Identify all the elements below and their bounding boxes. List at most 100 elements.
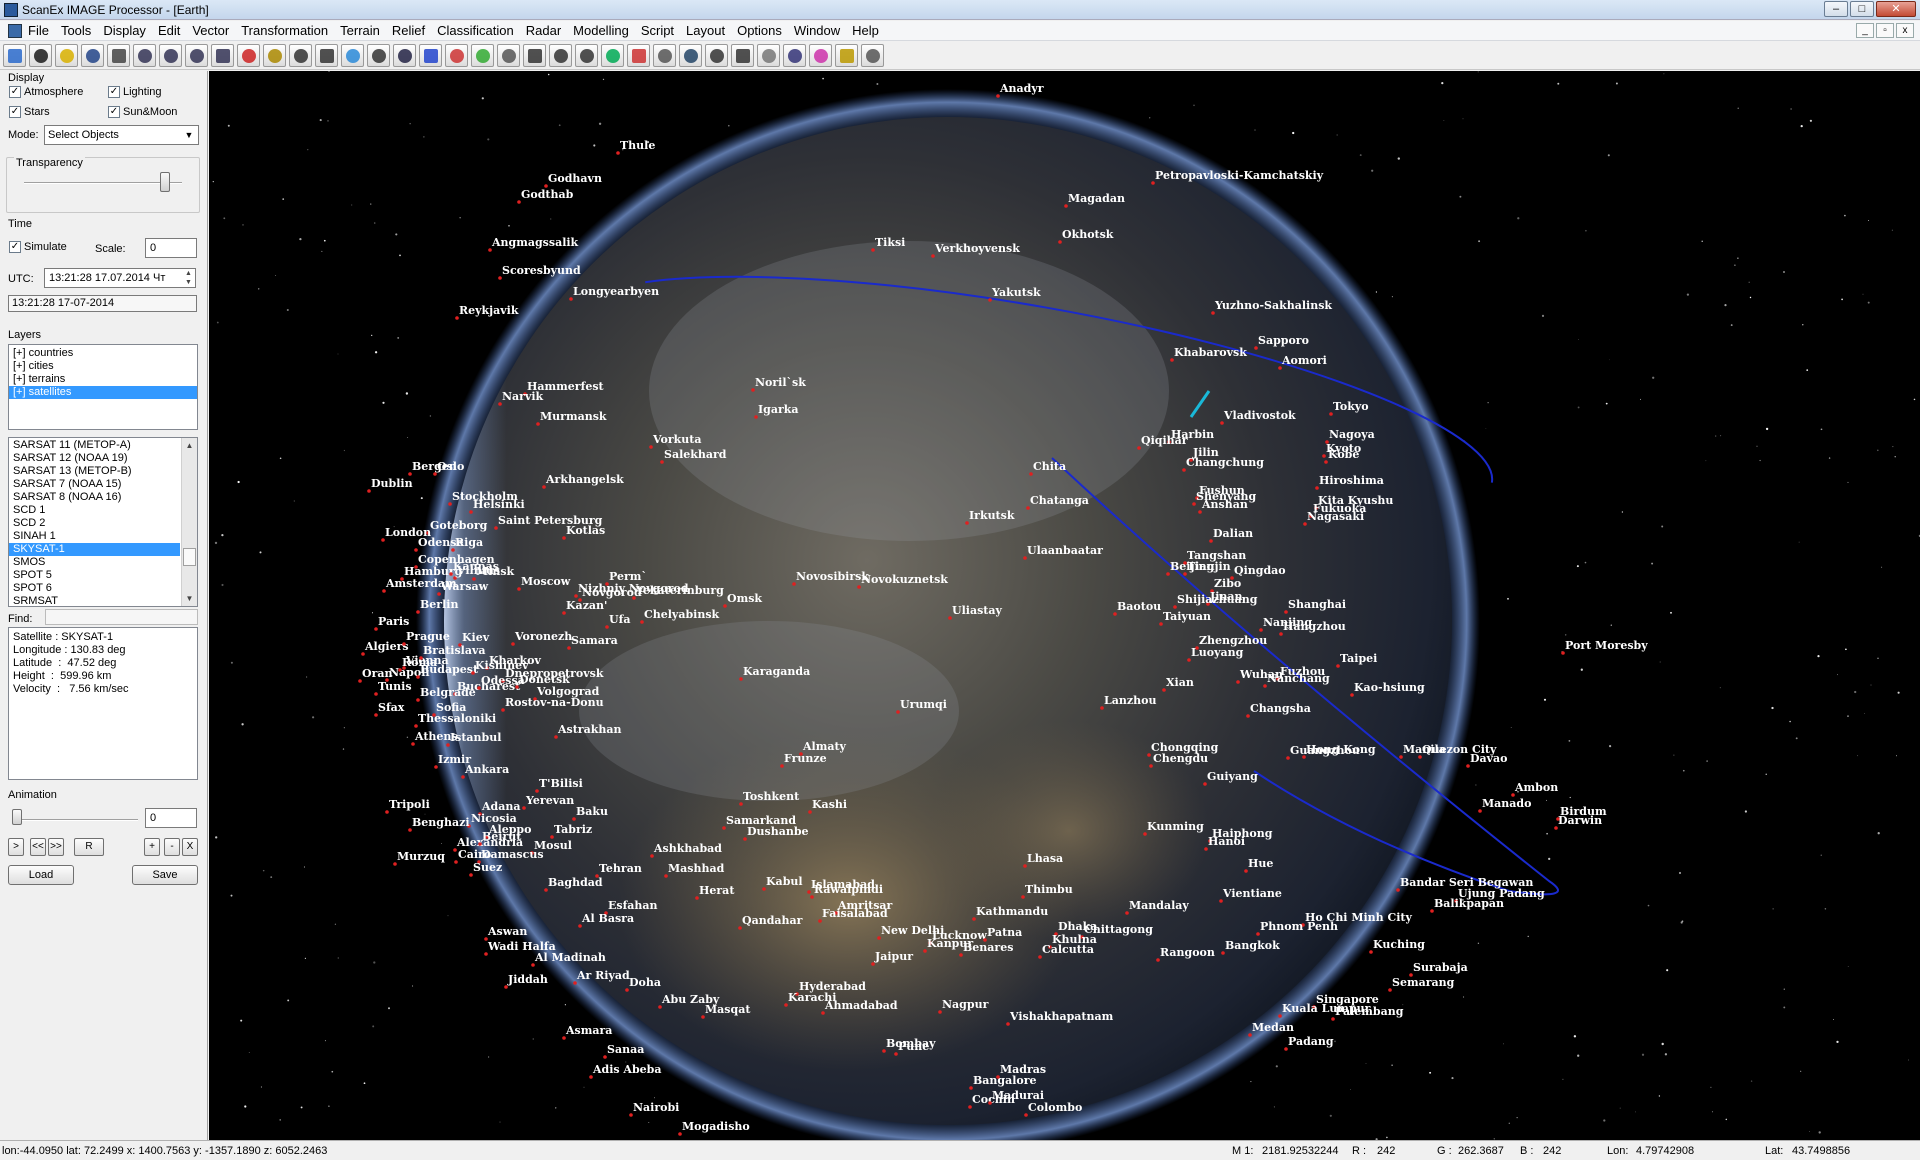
- menu-edit[interactable]: Edit: [158, 23, 188, 38]
- stars-checkbox[interactable]: ✓ Stars: [9, 106, 50, 118]
- doc-restore-icon[interactable]: ▫: [1876, 23, 1894, 38]
- text-ab-icon[interactable]: [575, 44, 598, 67]
- document-icon[interactable]: [8, 23, 22, 38]
- scroll-thumb[interactable]: [183, 548, 196, 566]
- play-button[interactable]: >: [8, 838, 24, 856]
- mosaic-icon[interactable]: [731, 44, 754, 67]
- table-icon[interactable]: [861, 44, 884, 67]
- satellite-item[interactable]: SARSAT 13 (METOP-B): [9, 465, 180, 478]
- zoom-fit-icon[interactable]: [211, 44, 234, 67]
- pan-hand-icon[interactable]: [107, 44, 130, 67]
- globe-viewport[interactable]: Anadyr Thule Godhavn Godthab Petropavloski-K…: [209, 71, 1920, 1140]
- menu-display[interactable]: Display: [103, 23, 154, 38]
- satellite-item[interactable]: SPOT 5: [9, 569, 180, 582]
- layer-item[interactable]: [+] cities: [9, 360, 197, 373]
- histogram-icon[interactable]: [419, 44, 442, 67]
- clear-frames-button[interactable]: X: [182, 838, 198, 856]
- gradient-icon[interactable]: [497, 44, 520, 67]
- menu-terrain[interactable]: Terrain: [340, 23, 388, 38]
- satellite-item[interactable]: SARSAT 12 (NOAA 19): [9, 452, 180, 465]
- satellite-item[interactable]: SARSAT 11 (METOP-A): [9, 439, 180, 452]
- reset-button[interactable]: R: [74, 838, 104, 856]
- load-button[interactable]: Load: [8, 865, 74, 885]
- close-icon[interactable]: ✕: [1876, 0, 1916, 17]
- fast-forward-button[interactable]: >>: [48, 838, 64, 856]
- rgb-icon[interactable]: [445, 44, 468, 67]
- maximize-icon[interactable]: □: [1850, 0, 1874, 17]
- grid-icon[interactable]: [653, 44, 676, 67]
- satellite-item[interactable]: SCD 1: [9, 504, 180, 517]
- split-icon[interactable]: [549, 44, 572, 67]
- cursor-icon[interactable]: [367, 44, 390, 67]
- ruler-icon[interactable]: [263, 44, 286, 67]
- scroll-up-icon[interactable]: ▲: [182, 438, 197, 453]
- crop-icon[interactable]: [705, 44, 728, 67]
- target-icon[interactable]: [757, 44, 780, 67]
- globe-icon[interactable]: [679, 44, 702, 67]
- animation-frame-input[interactable]: 0: [145, 808, 197, 828]
- menu-transformation[interactable]: Transformation: [241, 23, 336, 38]
- utc-input[interactable]: 13:21:28 17.07.2014 Чт: [44, 268, 196, 288]
- utc-spinner[interactable]: ▲ ▼: [182, 269, 195, 287]
- menu-radar[interactable]: Radar: [526, 23, 569, 38]
- minimize-icon[interactable]: –: [1824, 0, 1848, 17]
- zoom-out-icon[interactable]: [185, 44, 208, 67]
- satellite-item[interactable]: SKYSAT-1: [9, 543, 180, 556]
- layer-item[interactable]: [+] satellites: [9, 386, 197, 399]
- menu-window[interactable]: Window: [794, 23, 848, 38]
- info-icon[interactable]: [393, 44, 416, 67]
- mode-select[interactable]: Select Objects ▼: [44, 125, 199, 145]
- path-icon[interactable]: [627, 44, 650, 67]
- doc-minimize-icon[interactable]: _: [1856, 23, 1874, 38]
- atmosphere-checkbox[interactable]: ✓ Atmosphere: [9, 86, 83, 98]
- open-icon[interactable]: [3, 44, 26, 67]
- save-button[interactable]: Save: [132, 865, 198, 885]
- menu-file[interactable]: File: [28, 23, 57, 38]
- select-rect-icon[interactable]: [289, 44, 312, 67]
- menu-options[interactable]: Options: [737, 23, 790, 38]
- layer-item[interactable]: [+] countries: [9, 347, 197, 360]
- register-icon[interactable]: [783, 44, 806, 67]
- simulate-checkbox[interactable]: ✓ Simulate: [9, 241, 67, 253]
- menu-layout[interactable]: Layout: [686, 23, 733, 38]
- satellite-item[interactable]: SMOS: [9, 556, 180, 569]
- menu-help[interactable]: Help: [852, 23, 887, 38]
- add-frame-button[interactable]: +: [144, 838, 160, 856]
- satellite-item[interactable]: SARSAT 8 (NOAA 16): [9, 491, 180, 504]
- menu-classification[interactable]: Classification: [437, 23, 522, 38]
- layer-item[interactable]: [+] terrains: [9, 373, 197, 386]
- satellite-item[interactable]: SCD 2: [9, 517, 180, 530]
- satellite-item[interactable]: SRMSAT: [9, 595, 180, 606]
- save-icon[interactable]: [29, 44, 52, 67]
- scroll-down-icon[interactable]: ▼: [182, 591, 197, 606]
- satellite-item[interactable]: SINAH 1: [9, 530, 180, 543]
- animation-slider[interactable]: [12, 809, 22, 825]
- copy-icon[interactable]: [523, 44, 546, 67]
- zoom-region-icon[interactable]: [237, 44, 260, 67]
- sunmoon-checkbox[interactable]: ✓ Sun&Moon: [108, 106, 177, 118]
- scale-input[interactable]: 0: [145, 238, 197, 258]
- filter-icon[interactable]: [809, 44, 832, 67]
- contrast-icon[interactable]: [315, 44, 338, 67]
- doc-close-icon[interactable]: x: [1896, 23, 1914, 38]
- menu-vector[interactable]: Vector: [192, 23, 237, 38]
- satellite-item[interactable]: SPOT 6: [9, 582, 180, 595]
- rewind-button[interactable]: <<: [30, 838, 46, 856]
- zoom-in-icon[interactable]: [159, 44, 182, 67]
- menu-modelling[interactable]: Modelling: [573, 23, 637, 38]
- settings-icon[interactable]: [835, 44, 858, 67]
- find-input[interactable]: [45, 609, 198, 625]
- transparency-slider[interactable]: [160, 172, 171, 192]
- satellite-list-scrollbar[interactable]: ▲ ▼: [181, 438, 197, 606]
- remove-frame-button[interactable]: -: [164, 838, 180, 856]
- satellite-item[interactable]: SARSAT 7 (NOAA 15): [9, 478, 180, 491]
- menu-script[interactable]: Script: [641, 23, 682, 38]
- menu-relief[interactable]: Relief: [392, 23, 433, 38]
- layers-icon[interactable]: [471, 44, 494, 67]
- globe-canvas[interactable]: Anadyr Thule Godhavn Godthab Petropavloski-K…: [209, 71, 1920, 1140]
- vector-edit-icon[interactable]: [601, 44, 624, 67]
- zoom-icon[interactable]: [133, 44, 156, 67]
- lighting-checkbox[interactable]: ✓ Lighting: [108, 86, 162, 98]
- monitor-icon[interactable]: [81, 44, 104, 67]
- menu-tools[interactable]: Tools: [61, 23, 99, 38]
